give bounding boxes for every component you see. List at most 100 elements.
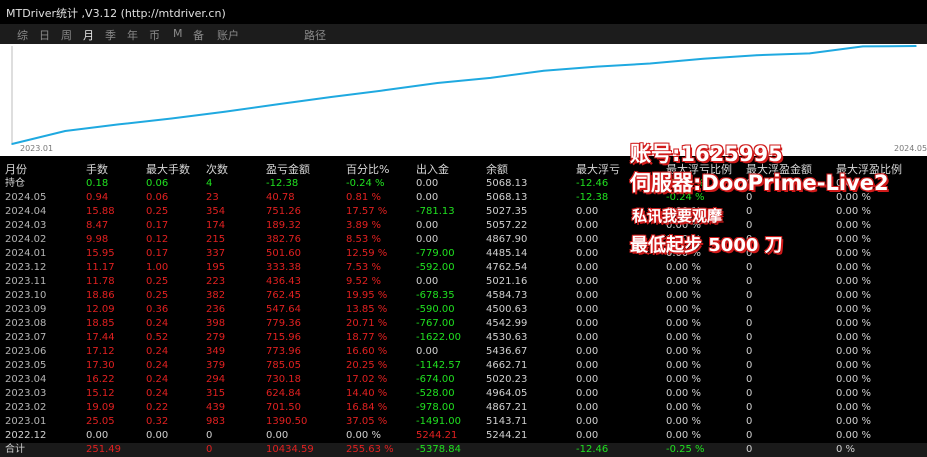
equity-point-2023.10 — [542, 69, 545, 72]
cell-month: 2024.02 — [5, 234, 47, 245]
cell-trades: 983 — [206, 416, 226, 427]
equity-point-2023.03 — [170, 117, 173, 120]
tab-year[interactable]: 年 — [127, 27, 138, 43]
equity-point-2023.09 — [489, 77, 492, 79]
equity-point-2024.02 — [755, 54, 758, 57]
total-max-float-loss-ratio: -0.25 % — [666, 444, 705, 455]
cell-max-float-loss-ratio: 0.00 % — [666, 276, 701, 287]
cell-percent: 20.25 % — [346, 360, 388, 371]
cell-max-float-loss-ratio: 0.00 % — [666, 262, 701, 273]
cell-percent: 14.40 % — [346, 388, 388, 399]
overlay-server: 伺服器:DooPrime-Live2 — [630, 171, 889, 195]
cell-lots: 0.94 — [86, 192, 109, 203]
tab-month[interactable]: 月 — [83, 27, 94, 43]
tab-notes[interactable]: 备 — [193, 27, 204, 43]
cell-max-float-profit: 0 — [746, 374, 753, 385]
tab-magic[interactable]: M — [173, 27, 183, 40]
table-row: 2022.12 0.00 0.00 0 0.00 0.00 % 5244.21 5244.21… — [0, 429, 927, 443]
cell-max-float-profit-ratio: 0.00 % — [836, 360, 871, 371]
cell-lots: 0.00 — [86, 430, 109, 441]
cell-lots: 15.12 — [86, 388, 115, 399]
chart-x-end-label: 2024.05 — [894, 144, 927, 153]
cell-max-lots: 0.24 — [146, 374, 169, 385]
tab-week[interactable]: 周 — [61, 27, 72, 43]
cell-balance: 5021.16 — [486, 276, 528, 287]
equity-point-2023.05 — [277, 103, 279, 106]
cell-max-float-profit: 0 — [746, 318, 753, 329]
equity-point-2023.02 — [117, 123, 120, 126]
cell-deposit-withdraw: 0.00 — [416, 234, 439, 245]
table-row: 2023.10 18.86 0.25 382 762.45 19.95 % -678.35 4… — [0, 289, 927, 303]
cell-trades: 174 — [206, 220, 226, 231]
cell-month: 2024.01 — [5, 248, 47, 259]
header-profit: 盈亏金额 — [266, 163, 310, 176]
table-row: 2023.02 19.09 0.22 439 701.50 16.84 % -978.00 4… — [0, 401, 927, 415]
tab-day[interactable]: 日 — [39, 27, 50, 43]
table-row: 2023.06 17.12 0.24 349 773.96 16.60 % 0.00 5436… — [0, 345, 927, 359]
cell-deposit-withdraw: -592.00 — [416, 262, 455, 273]
cell-lots: 17.44 — [86, 332, 115, 343]
tab-path[interactable]: 路径 — [304, 27, 326, 43]
table-row: 2023.12 11.17 1.00 195 333.38 7.53 % -592.00 47… — [0, 261, 927, 275]
cell-balance: 5068.13 — [486, 192, 528, 203]
cell-max-lots: 1.00 — [146, 262, 169, 273]
table-row: 2023.11 11.78 0.25 223 436.43 9.52 % 0.00 5021.… — [0, 275, 927, 289]
cell-deposit-withdraw: 0.00 — [416, 192, 439, 203]
tab-quarter[interactable]: 季 — [105, 27, 116, 43]
cell-max-float-loss: 0.00 — [576, 276, 599, 287]
cell-month: 2023.10 — [5, 290, 47, 301]
cell-max-float-profit-ratio: 0.00 % — [836, 346, 871, 357]
cell-trades: 4 — [206, 178, 213, 189]
tab-account[interactable]: 账户 — [217, 27, 239, 43]
cell-max-float-profit-ratio: 0.00 % — [836, 276, 871, 287]
cell-max-float-profit-ratio: 0.00 % — [836, 332, 871, 343]
table-row: 2024.01 15.95 0.17 337 501.60 12.59 % -779.00 4… — [0, 247, 927, 261]
table-row: 2023.08 18.85 0.24 398 779.36 20.71 % -767.00 4… — [0, 317, 927, 331]
tab-currency[interactable]: 币 — [149, 27, 160, 43]
cell-trades: 349 — [206, 346, 226, 357]
cell-max-lots: 0.24 — [146, 318, 169, 329]
cell-percent: 12.59 % — [346, 248, 388, 259]
cell-trades: 439 — [206, 402, 226, 413]
cell-trades: 195 — [206, 262, 226, 273]
cell-balance: 4500.63 — [486, 304, 528, 315]
cell-max-float-loss: 0.00 — [576, 220, 599, 231]
total-deposit-withdraw: -5378.84 — [416, 444, 461, 455]
cell-max-float-loss-ratio: 0.00 % — [666, 416, 701, 427]
cell-month: 2024.04 — [5, 206, 47, 217]
cell-lots: 15.88 — [86, 206, 115, 217]
cell-deposit-withdraw: -779.00 — [416, 248, 455, 259]
cell-balance: 4762.54 — [486, 262, 528, 273]
overlay-minimum: 最低起步 5000 刀 — [630, 235, 783, 256]
cell-lots: 9.98 — [86, 234, 109, 245]
cell-percent: -0.24 % — [346, 178, 385, 189]
tab-summary[interactable]: 综 — [17, 27, 28, 43]
header-max-float-loss: 最大浮亏 — [576, 163, 620, 176]
chart-x-start-label: 2023.01 — [20, 144, 54, 153]
cell-lots: 17.12 — [86, 346, 115, 357]
equity-point-2024.01 — [702, 57, 705, 60]
cell-deposit-withdraw: 0.00 — [416, 346, 439, 357]
cell-trades: 294 — [206, 374, 226, 385]
cell-max-float-profit: 0 — [746, 332, 753, 343]
cell-percent: 3.89 % — [346, 220, 381, 231]
header-month: 月份 — [5, 163, 27, 176]
cell-profit: 701.50 — [266, 402, 301, 413]
window-title: MTDriver统计 ,V3.12 (http://mtdriver.cn) — [6, 7, 226, 20]
cell-balance: 5068.13 — [486, 178, 528, 189]
cell-max-float-loss-ratio: 0.00 % — [666, 318, 701, 329]
equity-point-2023.06 — [330, 96, 332, 98]
cell-trades: 382 — [206, 290, 226, 301]
cell-max-float-loss: 0.00 — [576, 416, 599, 427]
cell-lots: 11.17 — [86, 262, 115, 273]
total-row: 合计 251.49 0 10434.59 255.63 % -5378.84 -12.46 -… — [0, 443, 927, 457]
cell-profit: 779.36 — [266, 318, 301, 329]
cell-month: 2023.03 — [5, 388, 47, 399]
cell-lots: 15.95 — [86, 248, 115, 259]
cell-max-float-loss: 0.00 — [576, 234, 599, 245]
cell-profit: 333.38 — [266, 262, 301, 273]
cell-balance: 5027.35 — [486, 206, 528, 217]
cell-balance: 4542.99 — [486, 318, 528, 329]
cell-max-float-loss-ratio: 0.00 % — [666, 388, 701, 399]
cell-max-lots: 0.12 — [146, 234, 169, 245]
